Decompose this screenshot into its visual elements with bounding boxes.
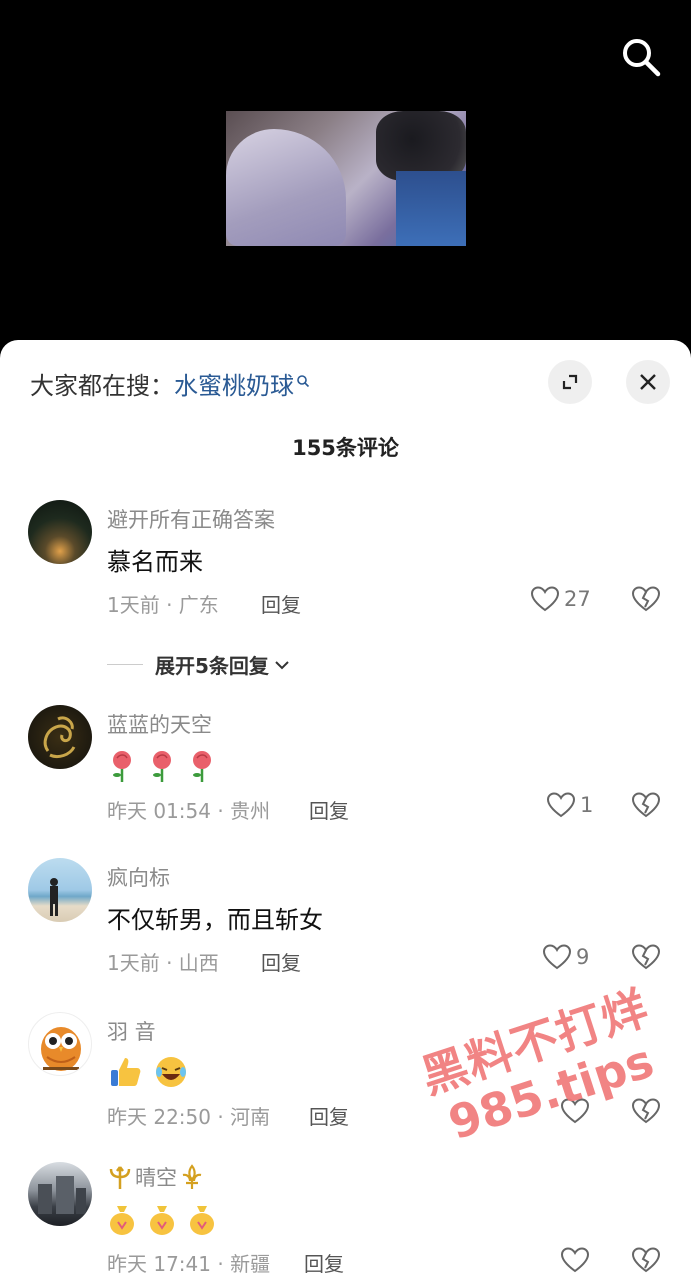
avatar[interactable]	[28, 705, 92, 769]
dislike-button[interactable]	[631, 791, 661, 823]
comment-count-title: 155条评论	[292, 436, 399, 460]
dislike-button[interactable]	[631, 585, 661, 617]
avatar[interactable]	[28, 1162, 92, 1226]
comment-username[interactable]: 晴空	[107, 1162, 205, 1192]
hot-search-bar[interactable]: 大家都在搜：水蜜桃奶球	[30, 366, 310, 401]
money-bag-icon	[190, 1206, 214, 1235]
dislike-button[interactable]	[631, 1097, 661, 1129]
rose-icon	[193, 751, 211, 782]
heart-icon	[530, 586, 560, 612]
comment-emoji-row	[107, 1200, 217, 1236]
expand-button[interactable]	[548, 360, 592, 404]
dislike-button[interactable]	[631, 1246, 661, 1278]
comment-username[interactable]: 羽 音	[107, 1016, 156, 1046]
like-button[interactable]: 1	[546, 791, 593, 819]
chevron-down-icon	[275, 660, 289, 669]
search-icon[interactable]	[618, 34, 664, 80]
expand-replies-label: 展开5条回复	[155, 654, 269, 678]
heart-icon	[546, 792, 576, 818]
comment-username[interactable]: 避开所有正确答案	[107, 504, 275, 534]
rose-icon	[113, 751, 131, 782]
like-count: 27	[564, 587, 591, 611]
reply-button[interactable]: 回复	[309, 1101, 349, 1130]
comment-meta: 昨天 22:50 · 河南	[107, 1105, 271, 1129]
laughing-face-icon	[156, 1057, 186, 1087]
fleur-de-lis-icon	[182, 1164, 202, 1189]
comment-meta: 1天前 · 广东	[107, 593, 219, 617]
broken-heart-icon	[631, 586, 661, 612]
heart-icon	[560, 1247, 590, 1273]
small-search-icon	[296, 366, 310, 394]
comment-meta: 昨天 01:54 · 贵州	[107, 799, 271, 823]
reply-button[interactable]: 回复	[261, 947, 301, 976]
comments-sheet: 大家都在搜：水蜜桃奶球 155条评论 避开所有正确答案 慕名而来 1天前 · 广…	[0, 340, 691, 1280]
like-count: 9	[576, 945, 590, 969]
comment-emoji-row	[107, 1054, 189, 1090]
like-button[interactable]: 27	[530, 585, 591, 613]
close-icon	[640, 374, 656, 390]
reply-button[interactable]: 回复	[304, 1248, 344, 1277]
dislike-button[interactable]	[631, 943, 661, 975]
comment-meta: 1天前 · 山西	[107, 951, 219, 975]
expand-icon	[562, 374, 578, 390]
avatar[interactable]	[28, 500, 92, 564]
like-button[interactable]: 9	[542, 943, 589, 971]
broken-heart-icon	[631, 1247, 661, 1273]
avatar[interactable]	[28, 858, 92, 922]
comment-username[interactable]: 疯向标	[107, 862, 170, 892]
divider-line	[107, 664, 143, 665]
reply-button[interactable]: 回复	[261, 589, 301, 618]
comment-text: 不仅斩男，而且斩女	[107, 906, 323, 934]
broken-heart-icon	[631, 944, 661, 970]
reply-button[interactable]: 回复	[309, 795, 349, 824]
hot-search-prefix: 大家都在搜：	[30, 372, 174, 400]
comment-username-text: 晴空	[135, 1166, 177, 1190]
heart-icon	[542, 944, 572, 970]
thumbs-up-icon	[111, 1058, 141, 1086]
hot-search-keyword[interactable]: 水蜜桃奶球	[174, 372, 294, 400]
thumbnail-figure	[226, 129, 346, 246]
trident-icon	[109, 1166, 131, 1189]
like-button[interactable]	[560, 1246, 594, 1274]
close-button[interactable]	[626, 360, 670, 404]
money-bag-icon	[110, 1206, 134, 1235]
expand-replies-button[interactable]: 展开5条回复	[107, 650, 291, 679]
comment-text: 慕名而来	[107, 548, 203, 576]
like-count: 1	[580, 793, 594, 817]
comment-meta: 昨天 17:41 · 新疆	[107, 1252, 271, 1276]
rose-icon	[153, 751, 171, 782]
video-thumbnail[interactable]	[226, 111, 466, 246]
thumbnail-pillow	[396, 171, 466, 246]
money-bag-icon	[150, 1206, 174, 1235]
comment-emoji-row	[107, 749, 217, 783]
avatar[interactable]	[28, 1012, 92, 1076]
comment-username[interactable]: 蓝蓝的天空	[107, 709, 212, 739]
broken-heart-icon	[631, 1098, 661, 1124]
broken-heart-icon	[631, 792, 661, 818]
